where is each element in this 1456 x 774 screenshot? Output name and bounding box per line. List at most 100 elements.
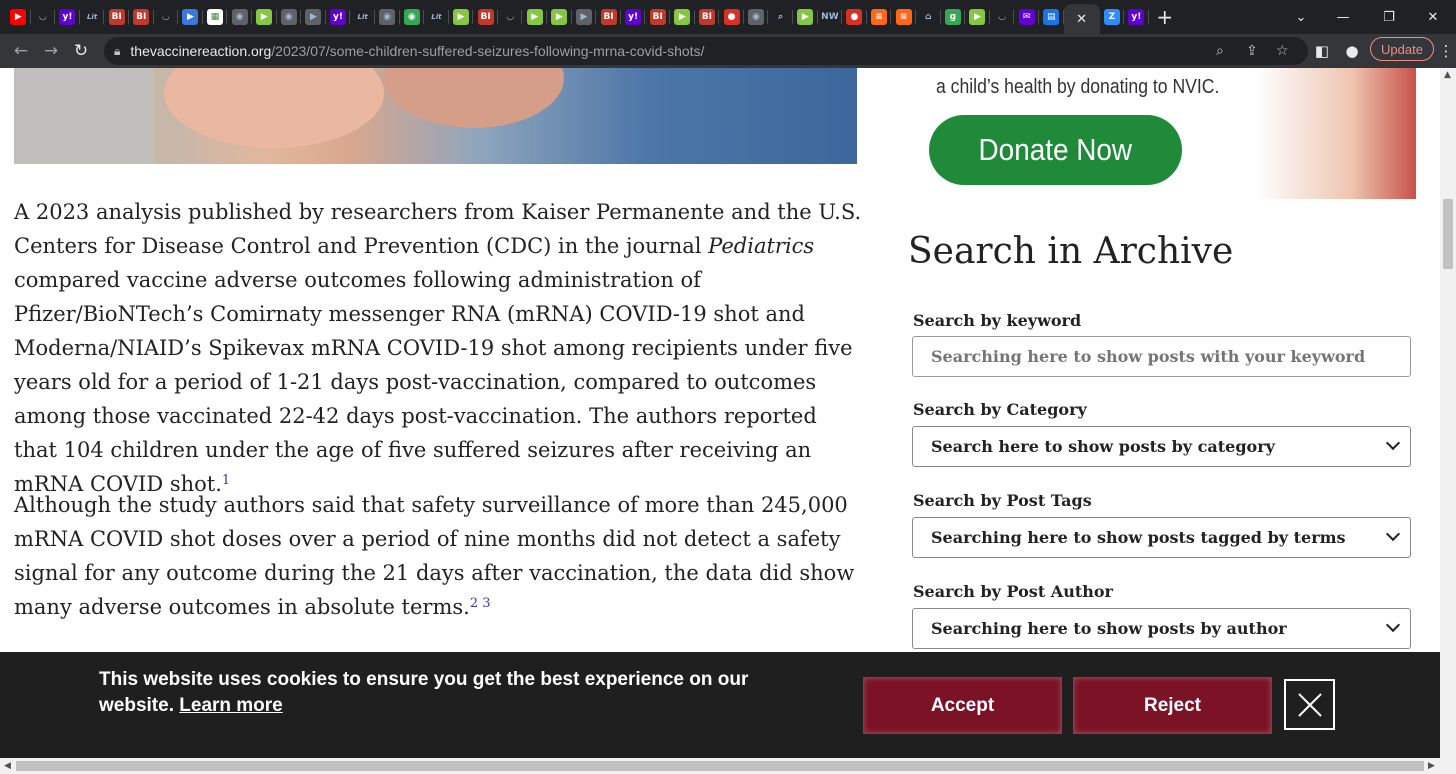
browser-tab[interactable]: Lit — [80, 0, 105, 34]
browser-tab[interactable]: ◉ — [227, 0, 252, 34]
browser-tab[interactable]: y! — [326, 0, 351, 34]
address-bar[interactable]: 🔒︎ thevaccinereaction.org/2023/07/some-c… — [104, 37, 1308, 65]
browser-tab[interactable]: y! — [55, 0, 80, 34]
browser-tab[interactable]: y! — [1124, 0, 1149, 34]
browser-tab[interactable]: BI — [129, 0, 154, 34]
browser-tab[interactable]: NW — [818, 0, 843, 34]
back-arrow-icon[interactable]: ← — [6, 36, 36, 66]
rumble-icon: ▶ — [674, 9, 691, 25]
browser-tab[interactable]: ≡ — [867, 0, 892, 34]
browser-tab[interactable]: ▶ — [670, 0, 695, 34]
browser-tab[interactable]: Lit — [350, 0, 375, 34]
browser-tab[interactable]: ● — [842, 0, 867, 34]
url-path: /2023/07/some-children-suffered-seizures… — [271, 43, 705, 59]
window-close-icon[interactable]: ✕ — [1410, 0, 1456, 34]
new-tab-button[interactable]: + — [1149, 0, 1181, 34]
browser-tab[interactable]: Z — [1100, 0, 1125, 34]
image-hand — [164, 68, 384, 148]
menu-kebab-icon[interactable]: ⋮ — [1432, 34, 1456, 68]
browser-tab[interactable]: ⌂ — [916, 0, 941, 34]
chevron-down-icon — [1385, 617, 1401, 633]
browser-tab[interactable]: ◡ — [990, 0, 1015, 34]
update-button[interactable]: Update — [1370, 37, 1434, 61]
scroll-right-arrow-icon[interactable]: ▶ — [1428, 761, 1435, 771]
category-select[interactable]: Search here to show posts by category — [912, 426, 1411, 467]
browser-tab[interactable]: ▶ — [449, 0, 474, 34]
browser-tab[interactable]: BI — [596, 0, 621, 34]
browser-tab[interactable]: ◉ — [400, 0, 425, 34]
browser-tab[interactable]: ▶ — [522, 0, 547, 34]
article-paragraph-1: A 2023 analysis published by researchers… — [14, 195, 864, 501]
podcast-icon: ● — [846, 9, 863, 25]
footnote-link[interactable]: 2 3 — [470, 596, 491, 611]
flag-icon: ▶ — [182, 9, 199, 25]
browser-tab[interactable]: ▶ — [547, 0, 572, 34]
browser-tab[interactable]: ⌕ — [768, 0, 793, 34]
browser-tab[interactable]: ● — [719, 0, 744, 34]
zoom-icon[interactable]: ⌕ — [1216, 43, 1224, 59]
browser-tab[interactable]: ▦ — [203, 0, 228, 34]
zoom-icon: Z — [1103, 9, 1120, 25]
minimize-icon[interactable]: — — [1320, 0, 1366, 34]
donate-now-button[interactable]: Donate Now — [929, 115, 1182, 185]
browser-tab[interactable]: ≡ — [891, 0, 916, 34]
lock-icon: 🔒︎ — [114, 43, 121, 58]
substack-icon: ≡ — [895, 9, 912, 25]
browser-tab[interactable]: ◉ — [375, 0, 400, 34]
learn-more-link[interactable]: Learn more — [179, 695, 282, 716]
profile-avatar-icon[interactable]: ● — [1338, 34, 1366, 68]
browser-tab[interactable]: ◡ — [31, 0, 56, 34]
author-select[interactable]: Searching here to show posts by author — [912, 608, 1411, 649]
reject-button[interactable]: Reject — [1074, 678, 1271, 733]
accept-button[interactable]: Accept — [864, 678, 1061, 733]
share-icon[interactable]: ⇪ — [1246, 43, 1258, 59]
browser-tab[interactable]: ▶ — [6, 0, 31, 34]
browser-tab[interactable]: BI — [695, 0, 720, 34]
browser-tab[interactable]: ◉ — [744, 0, 769, 34]
vertical-scrollbar[interactable]: ▲ — [1440, 68, 1456, 758]
browser-tab[interactable]: ▶ — [572, 0, 597, 34]
restore-icon[interactable]: ❐ — [1366, 0, 1412, 34]
bookmark-star-icon[interactable]: ☆ — [1276, 43, 1289, 59]
browser-tab[interactable]: BI — [645, 0, 670, 34]
browser-tab[interactable]: Lit — [424, 0, 449, 34]
browser-tab[interactable]: ▶ — [301, 0, 326, 34]
tab-search-chevron-icon[interactable]: ⌄ — [1278, 0, 1324, 34]
active-tab[interactable]: ✕ — [1063, 4, 1100, 34]
reload-icon[interactable]: ↻ — [66, 36, 96, 66]
side-panel-icon[interactable]: ◧ — [1308, 34, 1336, 68]
browser-tab[interactable]: ▶ — [178, 0, 203, 34]
browser-tab[interactable]: ◡ — [154, 0, 179, 34]
keyword-search-input[interactable]: Searching here to show posts with your k… — [912, 336, 1411, 377]
horizontal-scrollbar[interactable]: ◀ ▶ — [0, 758, 1456, 774]
tags-select[interactable]: Searching here to show posts tagged by t… — [912, 517, 1411, 558]
footnote-link[interactable]: 1 — [222, 473, 230, 488]
browser-tab[interactable]: g — [941, 0, 966, 34]
tab-close-icon[interactable]: ✕ — [1076, 12, 1087, 27]
vertical-scroll-thumb[interactable] — [1443, 199, 1453, 269]
browser-tab[interactable]: BI — [104, 0, 129, 34]
browser-tab[interactable]: BI — [473, 0, 498, 34]
horizontal-scroll-thumb[interactable] — [16, 761, 1424, 771]
browser-tab[interactable]: ▤ — [1039, 0, 1064, 34]
url-text[interactable]: thevaccinereaction.org/2023/07/some-chil… — [130, 43, 704, 59]
tags-label: Search by Post Tags — [913, 491, 1092, 510]
tags-select-value: Searching here to show posts tagged by t… — [931, 528, 1346, 547]
browser-tab[interactable]: ✉ — [1014, 0, 1039, 34]
donate-ad-banner[interactable]: a child’s health by donating to NVIC. Do… — [918, 68, 1416, 199]
browser-tab[interactable]: ▶ — [965, 0, 990, 34]
forward-arrow-icon[interactable]: → — [36, 36, 66, 66]
article-hero-image — [14, 68, 857, 164]
browser-tab[interactable]: ◡ — [498, 0, 523, 34]
home-icon: ⌂ — [920, 9, 937, 25]
scroll-left-arrow-icon[interactable]: ◀ — [4, 761, 11, 771]
flag-icon: ▶ — [305, 9, 322, 25]
browser-tab[interactable]: ▶ — [252, 0, 277, 34]
keyword-placeholder: Searching here to show posts with your k… — [931, 347, 1366, 366]
browser-tab[interactable]: y! — [621, 0, 646, 34]
scroll-up-arrow-icon[interactable]: ▲ — [1444, 70, 1451, 80]
globe-icon: ◉ — [748, 9, 765, 25]
browser-tab[interactable]: ▶ — [793, 0, 818, 34]
cookie-close-button[interactable] — [1284, 679, 1335, 730]
browser-tab[interactable]: ◉ — [277, 0, 302, 34]
